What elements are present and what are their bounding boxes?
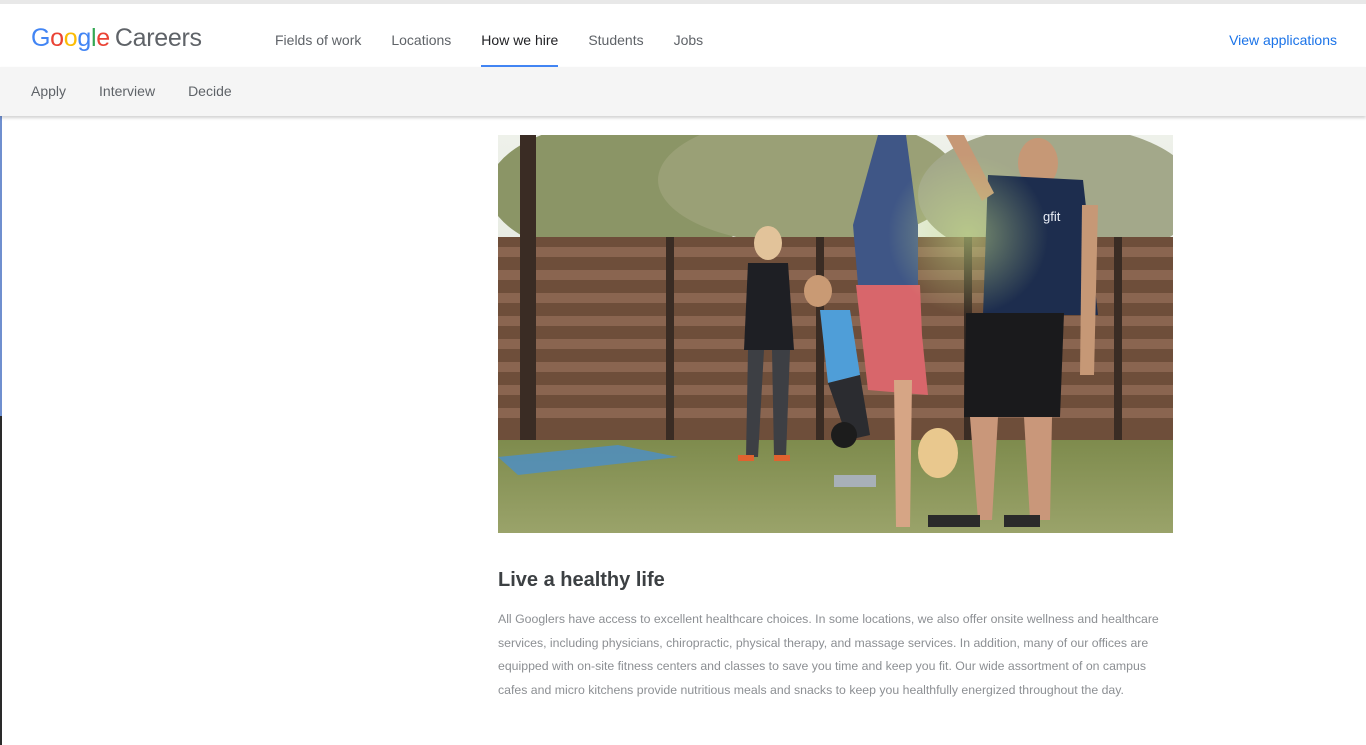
nav-how-we-hire[interactable]: How we hire: [481, 4, 559, 67]
subnav-apply[interactable]: Apply: [31, 67, 66, 116]
nav-locations[interactable]: Locations: [391, 4, 451, 67]
nav-fields-of-work[interactable]: Fields of work: [275, 4, 361, 67]
view-applications-link[interactable]: View applications: [1229, 4, 1337, 76]
fitness-photo-illustration: gfit: [498, 135, 1173, 533]
google-careers-logo[interactable]: Google Careers: [31, 22, 202, 54]
window-edge: [0, 116, 2, 745]
hero-fitness-photo: gfit: [498, 135, 1173, 533]
sub-nav: Apply Interview Decide: [0, 67, 1366, 116]
logo-letter: e: [96, 24, 110, 52]
logo-careers-text: Careers: [114, 24, 202, 52]
nav-jobs[interactable]: Jobs: [674, 4, 704, 67]
subnav-interview[interactable]: Interview: [99, 67, 155, 116]
logo-letter: g: [77, 24, 91, 52]
subnav-decide[interactable]: Decide: [188, 67, 232, 116]
section-body: All Googlers have access to excellent he…: [498, 612, 1159, 697]
logo-letter: o: [50, 24, 64, 52]
logo-letter: o: [63, 24, 78, 52]
main-nav: Fields of work Locations How we hire Stu…: [275, 4, 733, 67]
nav-students[interactable]: Students: [588, 4, 643, 67]
section-title: Live a healthy life: [498, 569, 665, 591]
logo-letter: G: [31, 24, 51, 52]
top-header: Google Careers Fields of work Locations H…: [0, 4, 1366, 67]
page: Google Careers Fields of work Locations H…: [0, 0, 1366, 745]
